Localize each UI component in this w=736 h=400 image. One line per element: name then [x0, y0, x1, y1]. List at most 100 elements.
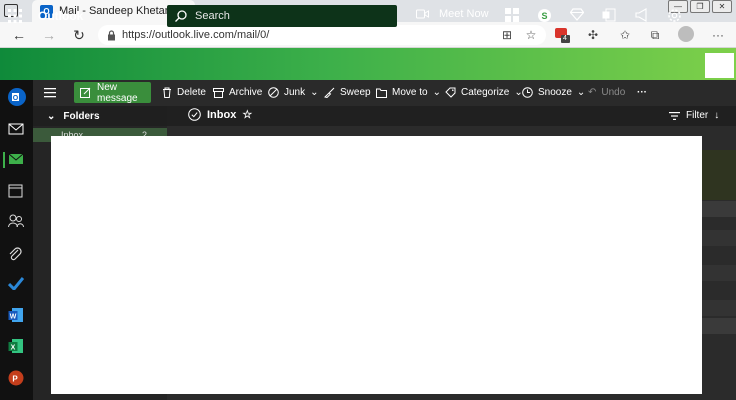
move-folder-icon — [376, 88, 387, 98]
url-field[interactable] — [98, 25, 546, 45]
svg-text:W: W — [10, 314, 17, 321]
sweep-label: Sweep — [340, 87, 371, 98]
office-apps-icon[interactable] — [505, 8, 521, 24]
restore-icon[interactable]: ❐ — [690, 0, 710, 13]
message-row[interactable] — [700, 318, 736, 334]
folders-chevron-down-icon: ⌄ — [47, 110, 56, 122]
whats-new-megaphone-icon[interactable] — [635, 8, 651, 24]
favorite-star-icon[interactable]: ☆ — [524, 28, 538, 42]
active-app-indicator — [3, 152, 5, 168]
move-to-label: Move to — [392, 87, 428, 98]
extensions-puzzle-icon[interactable]: ✣ — [586, 28, 600, 42]
settings-gear-icon[interactable] — [667, 8, 683, 24]
archive-button[interactable]: Archive — [213, 87, 262, 98]
premium-diamond-icon[interactable] — [570, 8, 586, 24]
new-message-button[interactable]: New message — [74, 81, 151, 104]
forward-arrow-icon[interactable]: → — [40, 27, 58, 43]
trash-icon — [162, 87, 172, 98]
junk-label: Junk — [284, 87, 306, 98]
search-input[interactable] — [195, 10, 375, 22]
snooze-button[interactable]: Snooze ⌄ — [522, 87, 585, 98]
inbox-title: Inbox — [207, 108, 237, 121]
snooze-label: Snooze — [538, 87, 572, 98]
filter-button[interactable]: Filter ↓ — [669, 110, 719, 121]
apps-available-icon[interactable]: ⊞ — [500, 28, 514, 42]
browser-menu-icon[interactable]: ··· — [711, 28, 725, 42]
word-app-icon[interactable]: W — [8, 307, 25, 324]
filter-lines-icon — [669, 111, 680, 120]
junk-button[interactable]: Junk ⌄ — [268, 87, 319, 98]
folders-header[interactable]: ⌄ Folders — [33, 106, 167, 126]
sort-arrow-icon: ↓ — [714, 110, 720, 121]
message-row[interactable] — [700, 201, 736, 217]
account-avatar[interactable] — [705, 53, 734, 78]
undo-arrow-icon: ↶ — [588, 87, 597, 98]
message-row[interactable] — [700, 265, 736, 281]
calendar-icon[interactable] — [8, 183, 25, 200]
extension-badge: 4 — [563, 35, 567, 42]
junk-chevron-down-icon: ⌄ — [310, 87, 319, 98]
delete-button[interactable]: Delete — [162, 87, 206, 98]
extension-icon[interactable]: 4 — [554, 27, 570, 43]
svg-text:X: X — [11, 345, 16, 352]
outlook-brand[interactable]: Outlook — [38, 9, 83, 23]
undo-button[interactable]: ↶ Undo — [588, 87, 625, 98]
archive-label: Archive — [229, 87, 263, 98]
mail-envelope-icon[interactable] — [8, 122, 25, 139]
snooze-chevron-down-icon: ⌄ — [576, 87, 586, 98]
reload-icon[interactable]: ↻ — [70, 27, 88, 43]
new-message-label: New message — [97, 81, 138, 104]
meet-now-button[interactable]: Meet Now — [416, 8, 489, 20]
message-row-highlight — [700, 150, 736, 200]
move-to-button[interactable]: Move to ⌄ — [376, 87, 441, 98]
categorize-button[interactable]: Categorize ⌄ — [445, 87, 523, 98]
outlook-app-icon[interactable]: O — [8, 88, 26, 106]
sweep-button[interactable]: Sweep — [324, 87, 371, 98]
junk-block-icon — [268, 87, 279, 98]
url-input[interactable] — [122, 29, 482, 41]
search-box[interactable] — [167, 5, 397, 27]
people-icon[interactable] — [8, 214, 25, 231]
lock-icon — [107, 29, 116, 41]
message-list-header — [167, 106, 736, 126]
undo-label: Undo — [601, 87, 626, 98]
broom-icon — [324, 87, 335, 98]
window-close-icon[interactable]: ✕ — [712, 0, 732, 13]
clock-icon — [522, 87, 533, 98]
onenote-feed-icon[interactable] — [602, 8, 618, 24]
filter-label: Filter — [686, 110, 709, 121]
favorite-star-outline-icon[interactable]: ☆ — [242, 108, 252, 121]
excel-app-icon[interactable]: X — [8, 338, 25, 355]
collections-icon[interactable]: ⧉ — [648, 28, 662, 42]
svg-text:O: O — [13, 95, 19, 102]
move-to-chevron-down-icon: ⌄ — [432, 87, 441, 98]
back-arrow-icon[interactable]: ← — [10, 27, 28, 43]
compose-icon — [80, 87, 91, 98]
video-camera-icon — [416, 9, 429, 19]
powerpoint-app-icon[interactable]: P — [8, 370, 25, 387]
message-row[interactable] — [700, 300, 736, 316]
blank-overlay-panel — [51, 136, 702, 394]
attachment-paperclip-icon[interactable] — [8, 247, 25, 264]
favorites-icon[interactable]: ✩ — [618, 28, 632, 42]
search-icon — [175, 10, 187, 22]
archive-box-icon — [213, 87, 224, 98]
select-all-check-icon[interactable] — [188, 108, 201, 121]
todo-check-icon[interactable] — [8, 277, 25, 294]
profile-avatar-icon[interactable] — [678, 26, 694, 42]
mail-app-icon[interactable] — [8, 152, 25, 169]
more-actions-button[interactable]: ··· — [637, 87, 647, 98]
svg-text:P: P — [12, 375, 18, 384]
categorize-label: Categorize — [461, 87, 510, 98]
meet-now-label: Meet Now — [439, 8, 489, 20]
hamburger-menu-icon[interactable] — [44, 88, 56, 98]
app-launcher-icon[interactable] — [8, 9, 22, 23]
tag-icon — [445, 87, 456, 98]
message-row[interactable] — [700, 230, 736, 246]
inbox-title-group: Inbox ☆ — [188, 108, 252, 121]
outlook-header — [0, 48, 736, 80]
svg-text:S: S — [541, 11, 547, 21]
skype-icon[interactable]: S — [537, 8, 553, 24]
delete-label: Delete — [177, 87, 206, 98]
folders-label: Folders — [63, 110, 100, 122]
